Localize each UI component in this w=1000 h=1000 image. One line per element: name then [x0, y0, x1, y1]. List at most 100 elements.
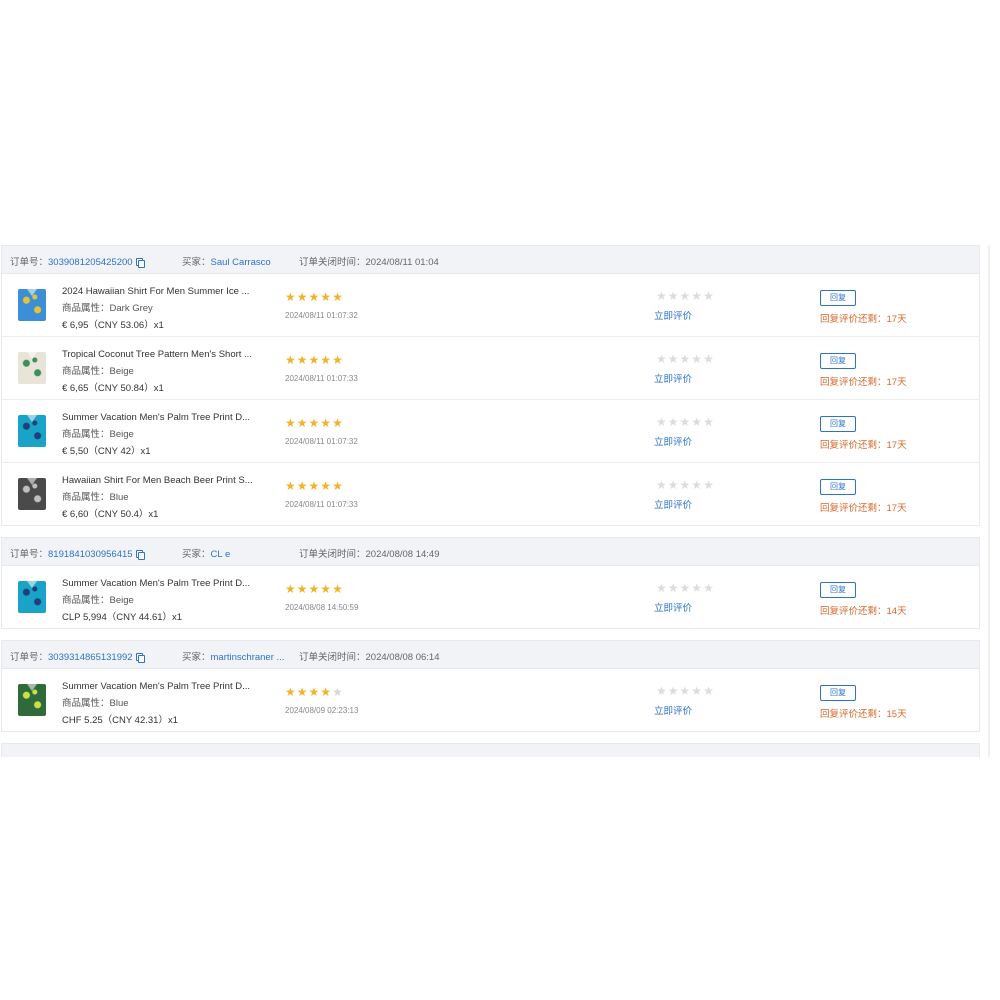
- close-time-label: 订单关闭时间：: [299, 257, 366, 268]
- product-title[interactable]: Hawaiian Shirt For Men Beach Beer Print …: [62, 472, 267, 489]
- empty-star-icon[interactable]: ★: [656, 685, 668, 697]
- empty-star-icon[interactable]: ★: [703, 582, 715, 594]
- order-number-label: 订单号：: [10, 652, 49, 663]
- order-item-row: Hawaiian Shirt For Men Beach Beer Print …: [2, 463, 979, 525]
- empty-star-icon[interactable]: ★: [680, 479, 692, 491]
- seller-rating-stars[interactable]: ★★★★★: [656, 685, 715, 697]
- order-number-link[interactable]: 3039081205425200: [48, 257, 133, 268]
- product-thumbnail[interactable]: [18, 478, 46, 510]
- copy-icon[interactable]: [135, 653, 145, 663]
- reply-remaining-days: 17天: [886, 314, 907, 325]
- empty-star-icon[interactable]: ★: [703, 479, 715, 491]
- empty-star-icon[interactable]: ★: [668, 685, 680, 697]
- product-title[interactable]: Tropical Coconut Tree Pattern Men's Shor…: [62, 346, 267, 363]
- empty-star-icon[interactable]: ★: [656, 290, 668, 302]
- empty-star-icon[interactable]: ★: [680, 582, 692, 594]
- rate-now-link[interactable]: 立即评价: [654, 371, 692, 385]
- empty-star-icon[interactable]: ★: [680, 353, 692, 365]
- empty-star-icon[interactable]: ★: [691, 582, 703, 594]
- product-title[interactable]: Summer Vacation Men's Palm Tree Print D.…: [62, 575, 267, 592]
- copy-icon[interactable]: [135, 258, 145, 268]
- product-price: € 6,95（CNY 53.06）x1: [62, 320, 164, 331]
- buyer-label: 买家：: [182, 257, 211, 268]
- empty-star-icon[interactable]: ★: [703, 353, 715, 365]
- reply-button[interactable]: 回复: [820, 416, 856, 432]
- empty-star-icon[interactable]: ★: [691, 416, 703, 428]
- seller-rating-stars[interactable]: ★★★★★: [656, 416, 715, 428]
- empty-star-icon[interactable]: ★: [680, 290, 692, 302]
- reply-remaining-label: 回复评价还剩：: [820, 377, 887, 388]
- product-thumbnail[interactable]: [18, 289, 46, 321]
- rate-now-link[interactable]: 立即评价: [654, 600, 692, 614]
- buyer-rating: ★★★★★: [285, 583, 344, 595]
- empty-star-icon[interactable]: ★: [656, 353, 668, 365]
- star-icon: ★: [296, 582, 309, 596]
- product-thumbnail[interactable]: [18, 581, 46, 613]
- empty-star-icon[interactable]: ★: [691, 353, 703, 365]
- order-number-link[interactable]: 3039314865131992: [48, 652, 133, 663]
- empty-star-icon[interactable]: ★: [691, 479, 703, 491]
- close-time: 订单关闭时间：2024/08/08 14:49: [299, 546, 439, 560]
- buyer-name-link[interactable]: Saul Carrasco: [211, 257, 271, 268]
- reply-button[interactable]: 回复: [820, 353, 856, 369]
- copy-icon[interactable]: [135, 550, 145, 560]
- empty-star-icon[interactable]: ★: [703, 416, 715, 428]
- rate-now-link[interactable]: 立即评价: [654, 308, 692, 322]
- empty-star-icon[interactable]: ★: [703, 685, 715, 697]
- attribute-value: Beige: [109, 429, 134, 440]
- attribute-label: 商品属性：: [62, 429, 110, 440]
- product-info: Summer Vacation Men's Palm Tree Print D.…: [62, 575, 267, 626]
- reply-button[interactable]: 回复: [820, 685, 856, 701]
- product-attribute: 商品属性：Blue: [62, 695, 267, 712]
- empty-star-icon[interactable]: ★: [691, 290, 703, 302]
- buyer: 买家：Saul Carrasco: [182, 254, 271, 268]
- seller-rating-stars[interactable]: ★★★★★: [656, 290, 715, 302]
- rate-now-link[interactable]: 立即评价: [654, 703, 692, 717]
- empty-star-icon[interactable]: ★: [656, 582, 668, 594]
- order-item-row: Summer Vacation Men's Palm Tree Print D.…: [2, 566, 979, 628]
- empty-star-icon[interactable]: ★: [656, 416, 668, 428]
- empty-star-icon[interactable]: ★: [668, 353, 680, 365]
- reply-button[interactable]: 回复: [820, 290, 856, 306]
- empty-star-icon[interactable]: ★: [668, 582, 680, 594]
- empty-star-icon[interactable]: ★: [703, 290, 715, 302]
- seller-rating-stars[interactable]: ★★★★★: [656, 582, 715, 594]
- order-card: 订单号：3039081205425200 买家：Saul Carrasco 订单关闭…: [1, 245, 980, 526]
- product-thumbnail[interactable]: [18, 352, 46, 384]
- star-icon: ★: [285, 290, 297, 304]
- rate-now-link[interactable]: 立即评价: [654, 497, 692, 511]
- reply-remaining-days: 17天: [886, 440, 907, 451]
- order-item-row: Summer Vacation Men's Palm Tree Print D.…: [2, 400, 979, 463]
- product-title[interactable]: 2024 Hawaiian Shirt For Men Summer Ice .…: [62, 283, 267, 300]
- close-time-value: 2024/08/08 06:14: [365, 652, 440, 663]
- rate-now-link[interactable]: 立即评价: [654, 434, 692, 448]
- review-time: 2024/08/11 01:07:33: [285, 374, 358, 383]
- empty-star-icon[interactable]: ★: [691, 685, 703, 697]
- product-title[interactable]: Summer Vacation Men's Palm Tree Print D.…: [62, 678, 267, 695]
- star-icon: ★: [308, 479, 321, 493]
- reply-remaining: 回复评价还剩：17天: [820, 437, 907, 451]
- empty-star-icon[interactable]: ★: [668, 416, 680, 428]
- empty-star-icon[interactable]: ★: [656, 479, 668, 491]
- buyer-name-link[interactable]: martinschraner ...: [211, 652, 285, 663]
- empty-star-icon[interactable]: ★: [680, 685, 692, 697]
- buyer-name-link[interactable]: CL e: [211, 549, 231, 560]
- empty-star-icon[interactable]: ★: [668, 290, 680, 302]
- empty-star-icon[interactable]: ★: [668, 479, 680, 491]
- product-title[interactable]: Summer Vacation Men's Palm Tree Print D.…: [62, 409, 267, 426]
- reply-button[interactable]: 回复: [820, 479, 856, 495]
- reply-remaining-days: 15天: [886, 709, 907, 720]
- product-info: Hawaiian Shirt For Men Beach Beer Print …: [62, 472, 267, 523]
- star-icon: ★: [320, 685, 333, 699]
- review-time: 2024/08/11 01:07:32: [285, 311, 358, 320]
- star-icon: ★: [332, 290, 344, 304]
- product-thumbnail[interactable]: [18, 415, 46, 447]
- seller-rating-stars[interactable]: ★★★★★: [656, 479, 715, 491]
- reply-button[interactable]: 回复: [820, 582, 856, 598]
- order-number-link[interactable]: 8191841030956415: [48, 549, 133, 560]
- product-thumbnail[interactable]: [18, 684, 46, 716]
- seller-rating-stars[interactable]: ★★★★★: [656, 353, 715, 365]
- reply-remaining: 回复评价还剩：17天: [820, 374, 907, 388]
- empty-star-icon[interactable]: ★: [680, 416, 692, 428]
- reply-remaining-label: 回复评价还剩：: [820, 503, 887, 514]
